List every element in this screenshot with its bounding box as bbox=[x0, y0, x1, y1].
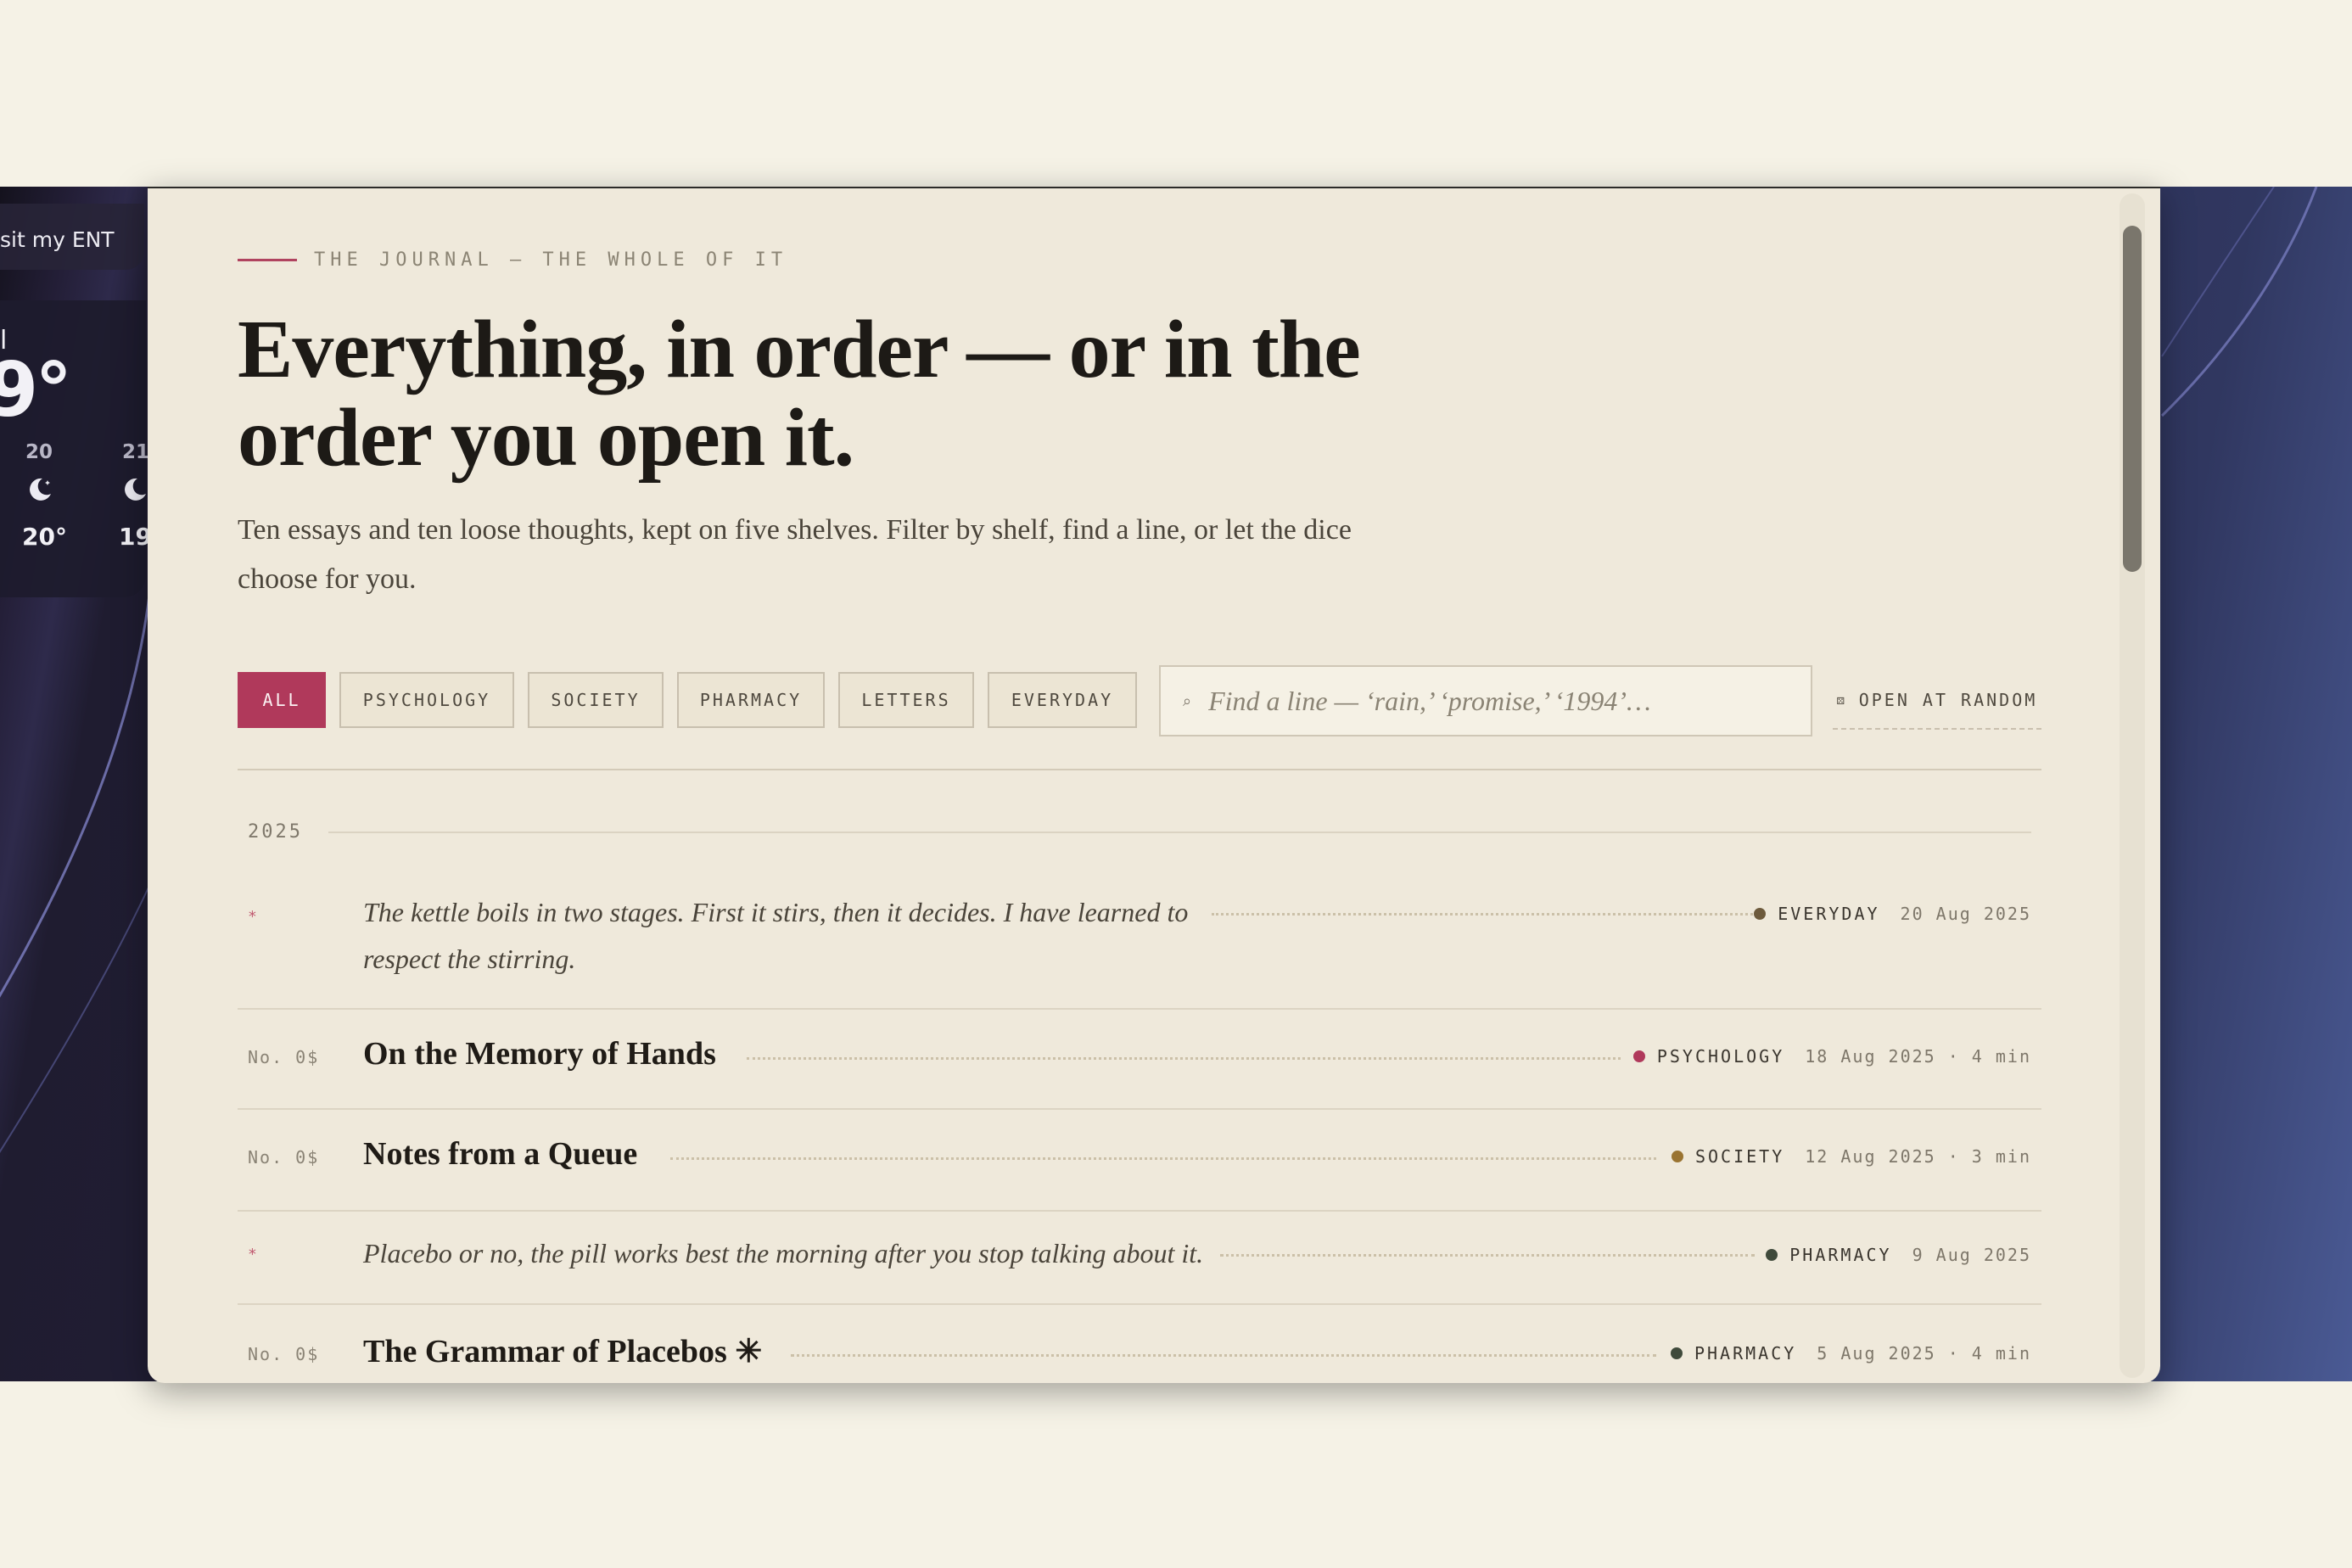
essay-number: No. 0$ bbox=[248, 1344, 320, 1364]
filter-bar: ALL PSYCHOLOGY SOCIETY PHARMACY LETTERS … bbox=[238, 665, 2041, 736]
thought-text: The kettle boils in two stages. First it… bbox=[363, 897, 1189, 974]
shelf-label: SOCIETY bbox=[1694, 1146, 1785, 1167]
entry-meta: PSYCHOLOGY 18 Aug 2025 · 4 min bbox=[1632, 1046, 2031, 1067]
filter-chip-society[interactable]: SOCIETY bbox=[528, 672, 664, 728]
year-heading: 2025 bbox=[248, 821, 2041, 843]
list-item[interactable]: No. 0$ The Grammar of Placebos ✳ PHARMAC… bbox=[238, 1303, 2041, 1383]
eyebrow: THE JOURNAL — THE WHOLE OF IT bbox=[238, 249, 787, 271]
leader-dots bbox=[791, 1354, 1656, 1357]
dice-icon: ⚄ bbox=[1836, 692, 1847, 708]
eyebrow-text: THE JOURNAL — THE WHOLE OF IT bbox=[314, 249, 788, 271]
entry-date: 12 Aug 2025 bbox=[1805, 1146, 1936, 1167]
shelf-label: EVERYDAY bbox=[1778, 904, 1880, 924]
shelf-dot bbox=[1766, 1249, 1778, 1261]
year-label: 2025 bbox=[248, 821, 303, 843]
weather-hour: 21 bbox=[122, 441, 150, 463]
entry-date: 9 Aug 2025 bbox=[1912, 1245, 2031, 1265]
list-item[interactable]: No. 0$ Notes from a Queue SOCIETY 12 Aug… bbox=[238, 1108, 2041, 1212]
leader-dots bbox=[1220, 1254, 1755, 1257]
shelf-label: PHARMACY bbox=[1694, 1343, 1797, 1364]
reminder-text: sit my ENT bbox=[0, 227, 115, 252]
read-time: · 4 min bbox=[1947, 1343, 2031, 1364]
journal-window: THE JOURNAL — THE WHOLE OF IT Everything… bbox=[148, 187, 2160, 1383]
entry-meta: PHARMACY 9 Aug 2025 bbox=[1766, 1245, 2031, 1265]
thought-text: Placebo or no, the pill works best the m… bbox=[363, 1238, 1204, 1268]
shelf-dot bbox=[1671, 1151, 1683, 1162]
thought-marker: * bbox=[248, 908, 259, 926]
leader-dots bbox=[1212, 913, 1758, 916]
thought-marker: * bbox=[248, 1246, 259, 1263]
entry-meta: SOCIETY 12 Aug 2025 · 3 min bbox=[1671, 1146, 2031, 1167]
entry-meta: EVERYDAY 20 Aug 2025 bbox=[1754, 904, 2031, 924]
shelf-label: PHARMACY bbox=[1789, 1245, 1892, 1265]
essay-title: The Grammar of Placebos ✳ bbox=[363, 1334, 763, 1369]
essay-title: On the Memory of Hands bbox=[363, 1036, 716, 1072]
shelf-dot bbox=[1632, 1050, 1645, 1062]
search-icon: ⌕ bbox=[1183, 692, 1192, 710]
moon-icon bbox=[30, 478, 51, 501]
leader-dots bbox=[670, 1157, 1656, 1160]
reminder-widget[interactable]: sit my ENT bbox=[0, 204, 144, 270]
moon-icon bbox=[125, 478, 146, 501]
entry-date: 18 Aug 2025 bbox=[1805, 1046, 1936, 1067]
year-rule bbox=[328, 831, 2031, 833]
entry-date: 5 Aug 2025 bbox=[1817, 1343, 1936, 1364]
page-title: Everything, in order — or in the order y… bbox=[238, 304, 1361, 484]
entry-date: 20 Aug 2025 bbox=[1900, 904, 2031, 924]
entry-meta: PHARMACY 5 Aug 2025 · 4 min bbox=[1670, 1343, 2031, 1364]
essay-number: No. 0$ bbox=[248, 1147, 320, 1168]
filter-chip-letters[interactable]: LETTERS bbox=[838, 672, 974, 728]
open-at-random-label: OPEN AT RANDOM bbox=[1858, 690, 2038, 710]
shelf-dot bbox=[1670, 1347, 1683, 1359]
filter-chip-all[interactable]: ALL bbox=[238, 672, 326, 728]
scrollbar-thumb[interactable] bbox=[2123, 226, 2142, 572]
filter-chip-everyday[interactable]: EVERYDAY bbox=[988, 672, 1137, 728]
filter-chip-psychology[interactable]: PSYCHOLOGY bbox=[339, 672, 514, 728]
essay-title: Notes from a Queue bbox=[363, 1136, 638, 1172]
leader-dots bbox=[747, 1057, 1621, 1060]
list-item[interactable]: No. 0$ On the Memory of Hands PSYCHOLOGY… bbox=[238, 1008, 2041, 1110]
search-input[interactable] bbox=[1207, 684, 1796, 718]
essay-number: No. 0$ bbox=[248, 1047, 320, 1067]
open-at-random-button[interactable]: ⚄ OPEN AT RANDOM bbox=[1833, 672, 2041, 730]
search-box[interactable]: ⌕ bbox=[1159, 665, 1812, 736]
read-time: · 3 min bbox=[1947, 1146, 2031, 1167]
eyebrow-rule bbox=[238, 259, 297, 261]
weather-temp: 9° bbox=[0, 346, 72, 434]
list-item[interactable]: * The kettle boils in two stages. First … bbox=[238, 867, 2041, 1010]
page-lede: Ten essays and ten loose thoughts, kept … bbox=[238, 514, 1352, 595]
read-time: · 4 min bbox=[1947, 1046, 2031, 1067]
shelf-label: PSYCHOLOGY bbox=[1656, 1046, 1785, 1067]
weather-hour-temp: 20° bbox=[22, 523, 67, 551]
weather-widget[interactable]: l 9° 20 21 20° 19 bbox=[0, 300, 152, 597]
shelf-dot bbox=[1754, 908, 1767, 920]
list-item[interactable]: * Placebo or no, the pill works best the… bbox=[238, 1210, 2041, 1305]
weather-hour: 20 bbox=[25, 441, 53, 463]
filter-divider bbox=[238, 769, 2041, 770]
filter-chip-pharmacy[interactable]: PHARMACY bbox=[677, 672, 825, 728]
